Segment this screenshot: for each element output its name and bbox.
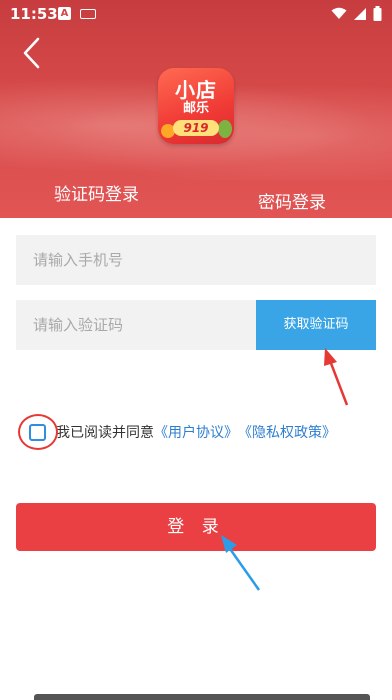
wifi-icon [331,7,347,19]
login-button[interactable]: 登 录 [16,503,376,551]
get-code-button[interactable]: 获取验证码 [256,300,376,350]
keyboard-icon [80,9,96,19]
status-bar: 11:53 A [0,0,392,28]
tab-password-login[interactable]: 密码登录 [258,188,326,213]
user-agreement-link[interactable]: 《用户协议》 [154,422,238,442]
kiwi-icon [218,120,232,138]
agreement-row: 我已阅读并同意 《用户协议》 《隐私权政策》 [22,418,336,446]
a-icon: A [58,7,71,20]
signal-icon [354,7,366,20]
red-arrow-icon [324,348,349,406]
privacy-policy-link[interactable]: 《隐私权政策》 [238,422,336,442]
bottom-edge [34,694,370,700]
tab-sms-login[interactable]: 验证码登录 [54,180,139,205]
chevron-left-icon[interactable] [16,36,46,70]
status-time: 11:53 [10,5,58,23]
agreement-text: 我已阅读并同意 [56,425,154,441]
checkbox-highlight-circle [18,414,58,450]
logo-subtitle: 邮乐 [182,101,209,116]
status-icons [331,6,382,21]
battery-icon [373,6,382,21]
phone-input[interactable]: 请输入手机号 [16,235,376,285]
header-banner: 11:53 A 小店 邮乐 919 验证码登录 密码登录 [0,0,392,218]
code-input[interactable]: 请输入验证码 [16,300,256,350]
logo-badge: 919 [173,120,219,136]
app-logo: 小店 邮乐 919 [158,68,234,144]
